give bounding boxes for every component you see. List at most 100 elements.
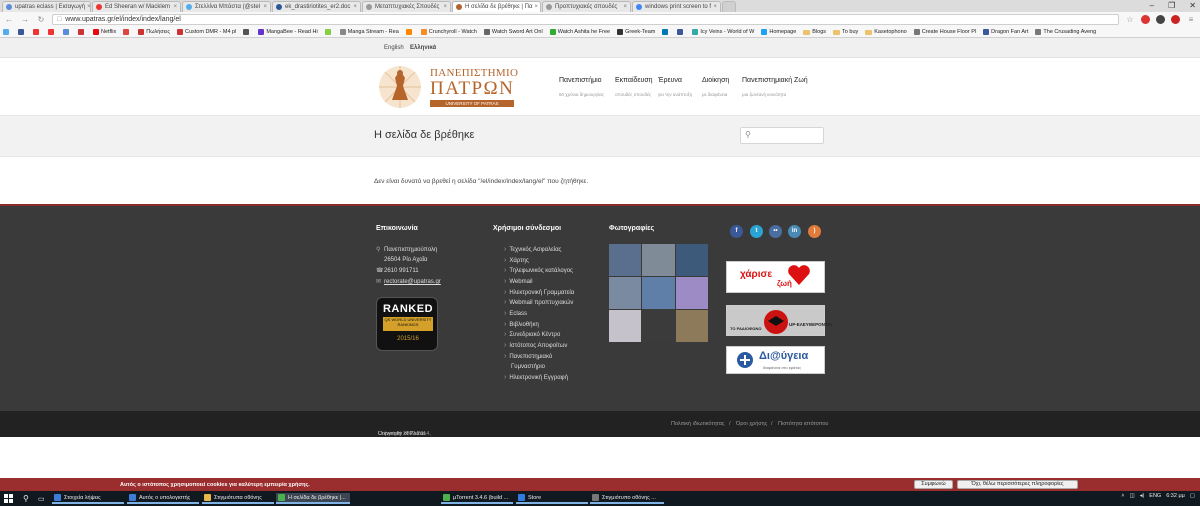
tab-close-icon[interactable]: × — [351, 4, 357, 10]
cookie-accept-button[interactable]: Συμφωνώ — [914, 480, 953, 489]
banner-donate-life[interactable]: χάρισε ζωή — [726, 261, 825, 293]
back-icon[interactable]: ← — [4, 15, 14, 24]
footer-link[interactable]: Webmail προπτυχιακών — [504, 299, 573, 306]
gallery-photo[interactable] — [675, 277, 708, 309]
footer-link[interactable]: Τηλεφωνικός κατάλογος — [504, 267, 573, 274]
footer-link[interactable]: Ηλεκτρονική Εγγραφή — [504, 374, 568, 381]
lang-greek-link[interactable]: Ελληνικά — [410, 45, 436, 51]
taskbar-app[interactable]: Στοιχεία λήψεις — [52, 493, 124, 504]
terms-link[interactable]: Όροι χρήσης — [736, 421, 767, 427]
search-icon[interactable]: ⚲ — [21, 493, 29, 504]
bookmark-item[interactable]: Homepage — [761, 29, 796, 35]
browser-tab[interactable]: Η σελίδα δε βρέθηκε | Πα × — [452, 1, 541, 12]
task-view-icon[interactable]: ▭ — [36, 493, 45, 504]
rss-icon[interactable]: ) — [808, 225, 821, 238]
bookmark-item[interactable] — [18, 29, 26, 35]
browser-tab[interactable]: Ed Sheeran w/ Macklem × — [92, 1, 181, 12]
bookmark-item[interactable] — [78, 29, 86, 35]
footer-link[interactable]: Webmail — [504, 278, 532, 285]
footer-link[interactable]: Πανεπιστημιακό — [504, 353, 552, 360]
twitter-icon[interactable]: t — [750, 225, 763, 238]
privacy-link[interactable]: Πολιτική ιδιωτικότητας — [671, 421, 725, 427]
email-link[interactable]: rectorate@upatras.gr — [384, 279, 441, 285]
browser-tab[interactable]: Μεταπτυχιακές Σπουδές × — [362, 1, 451, 12]
bookmark-item[interactable]: The Crusading Aveng — [1035, 29, 1096, 35]
tab-close-icon[interactable]: × — [532, 4, 538, 10]
gallery-photo[interactable] — [609, 310, 642, 342]
browser-tab[interactable]: Προπτυχιακές σπουδές × — [542, 1, 631, 12]
gallery-photo[interactable] — [642, 277, 675, 309]
clock[interactable]: 6:32 μμ — [1166, 493, 1185, 499]
bookmark-item[interactable]: Custom DMR - M4 pl — [176, 29, 236, 35]
new-tab-button[interactable] — [722, 1, 736, 12]
cookie-more-info-button[interactable]: Όχι, θέλω περισσότερες πληροφορίες — [957, 480, 1078, 489]
nav-item-university[interactable]: Πανεπιστήμιο 60 χρόνια δημιουργίας — [559, 77, 604, 97]
tab-close-icon[interactable]: × — [171, 4, 177, 10]
bookmark-item[interactable] — [33, 29, 41, 35]
gallery-photo[interactable] — [609, 244, 642, 276]
extension-icon[interactable] — [1171, 15, 1180, 24]
browser-tab[interactable]: Στελλίνα Μπάστα (@stel × — [182, 1, 271, 12]
tray-chevron-icon[interactable]: ˄ — [1121, 493, 1124, 499]
bookmark-folder[interactable]: To buy — [833, 29, 858, 35]
maximize-icon[interactable]: ❐ — [1168, 1, 1175, 10]
bookmark-folder[interactable]: Blogs — [803, 29, 826, 35]
footer-link[interactable]: Eclass — [504, 310, 527, 317]
footer-link[interactable]: Βιβλιοθήκη — [504, 321, 538, 328]
gallery-photo[interactable] — [675, 244, 708, 276]
footer-link[interactable]: Ηλεκτρονική Γραμματεία — [504, 289, 574, 296]
bookmark-item[interactable]: Icy Veins - World of W — [692, 29, 754, 35]
taskbar-app[interactable]: Στιγμιότυπα οθόνης — [202, 493, 274, 504]
star-icon[interactable]: ☆ — [1125, 15, 1135, 24]
bookmark-item[interactable]: Netflix — [93, 29, 116, 35]
footer-link[interactable]: Τεχνικός Ασφαλείας — [504, 246, 561, 253]
lang-english-link[interactable]: English — [384, 45, 404, 51]
search-input[interactable]: ⚲ — [740, 127, 824, 144]
taskbar-app[interactable]: Αυτός ο υπολογιστής — [127, 493, 199, 504]
bookmark-item[interactable] — [63, 29, 71, 35]
close-icon[interactable]: ✕ — [1189, 1, 1196, 10]
footer-link[interactable]: Ιστότοπος Αποφοίτων — [504, 342, 567, 349]
bookmark-item[interactable] — [324, 29, 333, 35]
bookmark-item[interactable] — [243, 29, 251, 35]
reload-icon[interactable]: ↻ — [36, 15, 46, 24]
bookmark-item[interactable] — [677, 29, 685, 35]
gallery-photo[interactable] — [642, 244, 675, 276]
accessibility-link[interactable]: Πιστότητα ιστότοπου — [778, 421, 828, 427]
nav-item-campus-life[interactable]: Πανεπιστημιακή Ζωή μια ζωντανή κοινότητα — [742, 77, 808, 97]
tab-close-icon[interactable]: × — [441, 4, 447, 10]
bookmark-item[interactable]: Manga Stream - Rea — [339, 29, 399, 35]
network-icon[interactable]: ◫ — [1130, 493, 1135, 499]
banner-diavgeia[interactable]: Δι@ύγεια διαφάνεια στο κράτος — [726, 346, 825, 374]
nav-item-education[interactable]: Εκπαίδευση σπουδές σπουδές — [615, 77, 653, 97]
bookmark-item[interactable]: Watch Ashita he Free — [549, 29, 610, 35]
menu-icon[interactable]: ≡ — [1186, 15, 1196, 24]
language-indicator[interactable]: ENG — [1149, 493, 1161, 499]
taskbar-app[interactable]: Store — [516, 493, 588, 504]
tab-close-icon[interactable]: × — [85, 4, 90, 10]
tab-close-icon[interactable]: × — [621, 4, 627, 10]
bookmark-item[interactable]: Dragon Fan Art — [983, 29, 1028, 35]
browser-tab[interactable]: windows print screen to f × — [632, 1, 721, 12]
bookmark-item[interactable] — [123, 29, 131, 35]
footer-link[interactable]: Χάρτης — [504, 257, 528, 264]
forward-icon[interactable]: → — [20, 15, 30, 24]
url-input[interactable]: □ www.upatras.gr/el/index/index/lang/el — [52, 14, 1119, 25]
bookmark-folder[interactable]: Kasetophono — [865, 29, 907, 35]
bookmark-item[interactable]: Greek-Team — [617, 29, 655, 35]
tab-close-icon[interactable]: × — [711, 4, 717, 10]
banner-radio[interactable]: ΤΟ ΡΑΔΙΟΦΩΝΟ UP-ΕΛΕΥΘΕΡΟΝΤΑΙ — [726, 305, 832, 336]
gallery-photo[interactable] — [675, 310, 708, 342]
facebook-icon[interactable]: f — [730, 225, 743, 238]
bookmark-item[interactable]: Crunchyroll - Watch — [420, 29, 477, 35]
qs-ranking-badge[interactable]: RANKED QS WORLD UNIVERSITY RANKINGS 2015… — [376, 297, 438, 351]
start-icon[interactable] — [4, 494, 13, 503]
university-logo[interactable]: ΠΑΝΕΠΙΣΤΗΜΙΟ ΠΑΤΡΩΝ UNIVERSITY OF PATRAS — [376, 64, 518, 110]
taskbar-app[interactable]: Στιγμιότυπο οθόνης ... — [590, 493, 664, 504]
notifications-icon[interactable]: ▢ — [1190, 493, 1195, 499]
volume-icon[interactable]: ◂) — [1140, 493, 1145, 499]
flickr-icon[interactable]: •• — [769, 225, 782, 238]
footer-link[interactable]: Συνεδριακό Κέντρο — [504, 331, 560, 338]
taskbar-app[interactable]: Η σελίδα δε βρέθηκε |... — [276, 493, 350, 504]
bookmark-item[interactable]: Watch Sword Art Onl — [483, 29, 543, 35]
